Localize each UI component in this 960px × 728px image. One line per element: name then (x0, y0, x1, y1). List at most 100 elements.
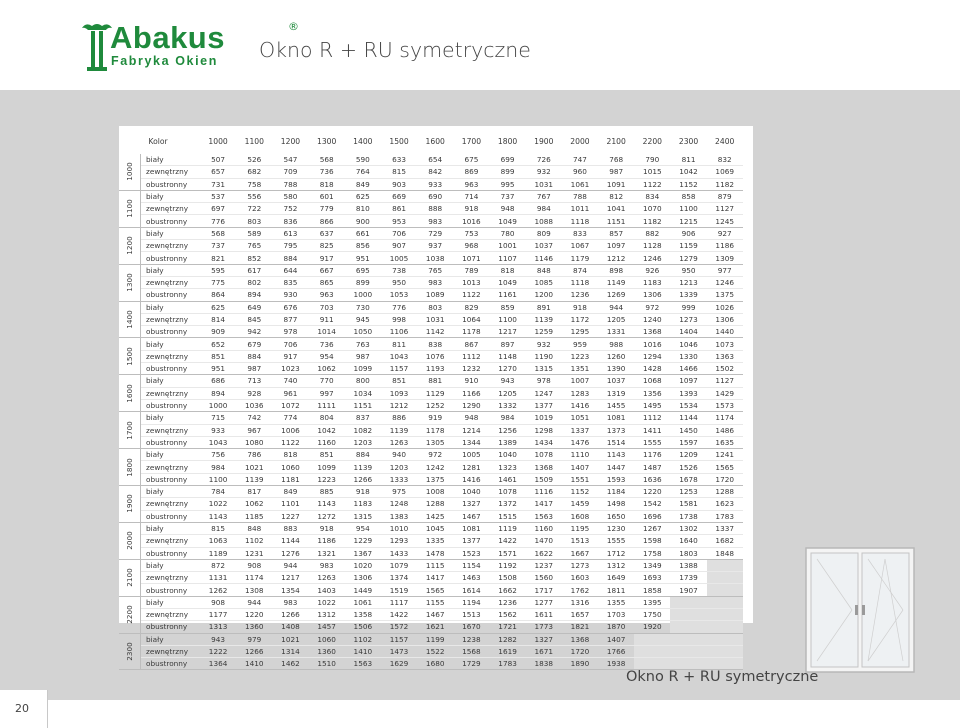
price-cell: 983 (319, 560, 334, 570)
colour-label: biały (146, 192, 164, 202)
price-cell: 885 (319, 487, 334, 497)
table-row: obustronny 1043 1080 1122 1160 1203 1263 1305 13… (119, 435, 743, 450)
price-cell: 818 (308, 177, 345, 191)
price-cell: 1339 (670, 288, 707, 302)
price-cell: 1560 (525, 571, 562, 584)
price-cell: 1720 (706, 472, 743, 487)
colour-label: zewnętrzny (140, 312, 200, 326)
price-cell: 942 (236, 325, 273, 339)
price-cell: 1099 (344, 362, 381, 376)
price-cell: 884 (236, 349, 273, 363)
price-cell: 1183 (344, 497, 381, 511)
width-header: 2400 (715, 136, 735, 146)
price-cell: 918 (319, 524, 334, 534)
price-cell: 832 (717, 155, 732, 165)
price-cell: 886 (392, 413, 406, 423)
price-cell: 1178 (417, 423, 454, 437)
price-cell: 857 (609, 228, 624, 238)
price-cell: 1072 (272, 398, 309, 413)
price-cell: 1354 (272, 583, 309, 597)
price-cell: 669 (392, 192, 406, 202)
price-cell: 1097 (598, 239, 635, 252)
price-cell: 1085 (525, 275, 562, 289)
price-cell: 1321 (308, 546, 345, 560)
price-cell: 731 (200, 177, 237, 191)
price-cell: 1107 (489, 251, 526, 265)
price-cell: 864 (200, 288, 237, 302)
price-cell: 825 (308, 239, 345, 252)
price-cell: 930 (272, 288, 309, 302)
price-cell: 1252 (417, 398, 454, 413)
price-cell: 849 (283, 487, 298, 497)
price-cell (706, 559, 743, 572)
price-cell: 1022 (200, 497, 237, 511)
price-cell: 625 (355, 192, 370, 202)
price-cell: 1403 (308, 583, 345, 597)
price-cell (706, 633, 743, 646)
price-cell: 917 (308, 251, 345, 265)
price-cell: 1040 (498, 450, 517, 460)
price-cell: 1717 (525, 583, 562, 597)
colour-header: Kolor (148, 136, 168, 146)
colour-label: zewnętrzny (140, 202, 200, 215)
price-cell: 568 (319, 155, 334, 165)
price-cell: 790 (645, 155, 660, 165)
price-cell: 1422 (380, 607, 418, 621)
price-cell: 1462 (272, 657, 309, 671)
price-cell: 1762 (561, 583, 599, 597)
price-cell: 968 (453, 239, 490, 252)
table-row: obustronny 864 894 930 963 1000 1053 1089 1122 11… (119, 288, 743, 302)
price-cell: 1270 (489, 362, 526, 376)
price-cell: 1459 (561, 497, 599, 511)
price-cell: 1081 (606, 413, 626, 423)
price-cell: 1026 (715, 302, 734, 312)
price-cell: 780 (500, 228, 515, 238)
price-cell: 1282 (498, 634, 517, 644)
price-cell: 1266 (272, 607, 309, 621)
price-cell: 1306 (706, 312, 743, 326)
price-cell: 1623 (706, 497, 743, 511)
price-cell: 984 (525, 202, 562, 215)
price-cell: 1078 (534, 450, 554, 460)
price-cell: 1562 (489, 607, 526, 621)
price-cell: 1269 (598, 288, 635, 302)
price-cell: 926 (645, 265, 660, 275)
price-cell: 1016 (453, 214, 490, 228)
price-cell: 699 (500, 155, 515, 165)
price-cell: 1011 (561, 202, 599, 215)
price-cell: 814 (200, 312, 237, 326)
price-cell: 1115 (425, 560, 445, 570)
colour-label: obustronny (140, 435, 200, 450)
price-cell: 1127 (715, 376, 734, 386)
price-cell: 1045 (425, 524, 445, 534)
colour-label: zewnętrzny (140, 239, 200, 252)
price-cell: 1555 (634, 435, 671, 450)
price-cell: 1563 (525, 509, 562, 523)
price-cell: 1266 (344, 472, 381, 487)
price-cell: 1608 (561, 509, 599, 523)
width-header: 1100 (244, 136, 264, 146)
height-label: 2100 (119, 559, 141, 597)
brand-name: Abakus (110, 20, 225, 55)
price-cell: 676 (283, 302, 298, 312)
price-cell: 709 (272, 165, 309, 179)
price-cell: 845 (236, 312, 273, 326)
price-cell: 1330 (670, 349, 707, 363)
table-row: obustronny 1262 1308 1354 1403 1449 1519 1565 16… (119, 583, 743, 597)
price-cell: 1106 (380, 325, 418, 339)
price-cell: 1721 (489, 620, 526, 634)
price-cell: 963 (308, 288, 345, 302)
price-cell: 1185 (236, 509, 273, 523)
price-cell: 1259 (525, 325, 562, 339)
price-cell: 1081 (462, 524, 481, 534)
price-cell: 1640 (670, 534, 707, 547)
price-cell: 911 (308, 312, 345, 326)
price-cell (634, 644, 671, 658)
price-cell: 1021 (236, 460, 273, 474)
price-cell: 1276 (272, 546, 309, 560)
price-cell: 937 (417, 239, 454, 252)
price-cell: 979 (247, 634, 262, 644)
price-cell: 933 (417, 177, 454, 191)
price-cell: 977 (717, 265, 732, 275)
price-cell: 1100 (200, 472, 237, 487)
